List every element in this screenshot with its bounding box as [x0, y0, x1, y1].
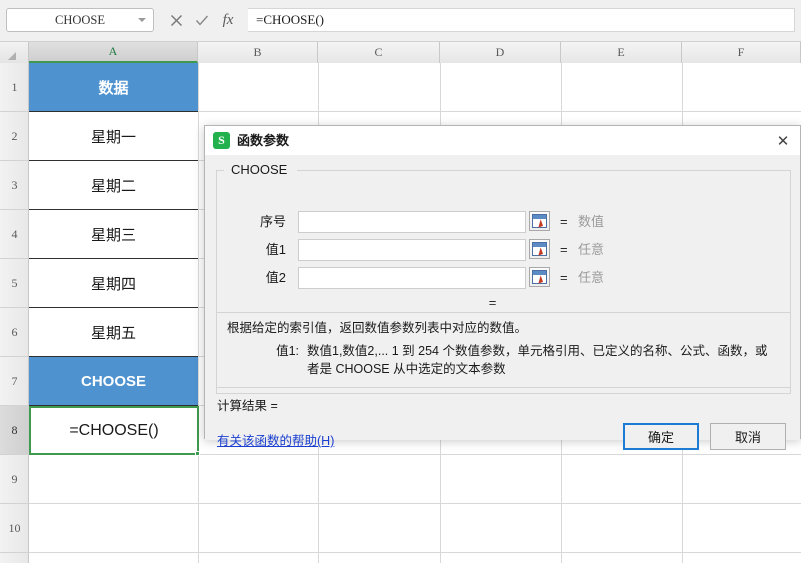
argument-input-3[interactable] — [298, 267, 526, 289]
check-icon[interactable] — [192, 10, 212, 30]
argument-equals-2: = — [560, 242, 568, 257]
argument-label-3: 值2 — [265, 270, 286, 285]
column-headers: A B C D E F — [0, 42, 801, 63]
ok-button[interactable]: 确定 — [623, 423, 699, 450]
gridline-horizontal — [29, 552, 801, 553]
row-header-4[interactable]: 4 — [0, 210, 29, 259]
argument-type-3: 任意 — [578, 270, 605, 285]
argument-help-label: 值1: — [276, 344, 299, 358]
cancel-button[interactable]: 取消 — [710, 423, 786, 450]
cell-a2[interactable]: 星期一 — [29, 112, 198, 161]
wps-logo-icon: S — [213, 132, 230, 149]
range-select-icon[interactable] — [529, 267, 550, 287]
wps-spreadsheet-window: CHOOSE fx =CHOOSE() A B C D E F 1 2 3 4 … — [0, 0, 801, 563]
cell-a7[interactable]: CHOOSE — [29, 357, 198, 406]
cell-a6[interactable]: 星期五 — [29, 308, 198, 357]
column-header-c[interactable]: C — [318, 42, 440, 63]
argument-type-1: 数值 — [578, 214, 605, 229]
name-box-value: CHOOSE — [54, 12, 105, 27]
result-equals: = — [488, 295, 497, 310]
argument-help-text: 数值1,数值2,... 1 到 254 个数值参数，单元格引用、已定义的名称、公… — [307, 344, 768, 376]
divider-top — [217, 312, 790, 313]
function-name-label: CHOOSE — [227, 162, 292, 177]
row-headers: 1 2 3 4 5 6 7 8 9 10 — [0, 63, 29, 563]
fill-handle[interactable] — [195, 451, 200, 456]
argument-equals-3: = — [560, 270, 568, 285]
row-header-7[interactable]: 7 — [0, 357, 29, 406]
argument-label-1: 序号 — [259, 214, 286, 229]
column-header-a[interactable]: A — [29, 42, 198, 63]
argument-type-2: 任意 — [578, 242, 605, 257]
cell-a1[interactable]: 数据 — [29, 63, 198, 112]
dialog-body: CHOOSE 序号 = 数值 值1 = 任意 值2 = 任意 = 根据给定的索引… — [205, 155, 800, 450]
close-icon[interactable] — [166, 10, 186, 30]
argument-input-1[interactable] — [298, 211, 526, 233]
close-icon[interactable]: ✕ — [770, 129, 796, 152]
dialog-title: 函数参数 — [237, 133, 290, 148]
calculation-result: 计算结果 = — [217, 399, 278, 413]
argument-input-2[interactable] — [298, 239, 526, 261]
cell-a4[interactable]: 星期三 — [29, 210, 198, 259]
row-header-9[interactable]: 9 — [0, 455, 29, 504]
dialog-titlebar[interactable]: S 函数参数 ✕ — [205, 126, 800, 155]
range-select-icon[interactable] — [529, 239, 550, 259]
formula-bar: CHOOSE fx =CHOOSE() — [0, 0, 801, 42]
group-frame-top-left — [216, 170, 224, 171]
insert-function-icon[interactable]: fx — [218, 10, 238, 30]
column-header-b[interactable]: B — [198, 42, 318, 63]
function-arguments-dialog: S 函数参数 ✕ CHOOSE 序号 = 数值 值1 = 任意 值2 = 任意 … — [204, 125, 801, 450]
row-header-5[interactable]: 5 — [0, 259, 29, 308]
cell-a3[interactable]: 星期二 — [29, 161, 198, 210]
corner-triangle-icon — [8, 52, 16, 60]
row-header-2[interactable]: 2 — [0, 112, 29, 161]
gridline-horizontal — [29, 503, 801, 504]
group-frame-top-right — [297, 170, 791, 171]
row-header-8[interactable]: 8 — [0, 406, 29, 455]
divider-bottom — [217, 387, 790, 388]
chevron-down-icon[interactable] — [138, 18, 146, 22]
argument-row-3: 值2 = 任意 — [216, 267, 776, 289]
column-header-f[interactable]: F — [682, 42, 801, 63]
argument-equals-1: = — [560, 214, 568, 229]
formula-input[interactable]: =CHOOSE() — [248, 8, 795, 32]
name-box[interactable]: CHOOSE — [6, 8, 154, 32]
active-cell-a8[interactable]: =CHOOSE() — [29, 406, 199, 455]
row-header-6[interactable]: 6 — [0, 308, 29, 357]
gridline-vertical — [198, 63, 199, 563]
range-select-icon[interactable] — [529, 211, 550, 231]
row-header-1[interactable]: 1 — [0, 63, 29, 112]
argument-label-2: 值1 — [265, 242, 286, 257]
function-description: 根据给定的索引值，返回数值参数列表中对应的数值。 — [227, 321, 528, 335]
row-header-3[interactable]: 3 — [0, 161, 29, 210]
row-header-10[interactable]: 10 — [0, 504, 29, 553]
select-all-corner[interactable] — [0, 42, 29, 63]
column-header-e[interactable]: E — [561, 42, 682, 63]
argument-row-1: 序号 = 数值 — [216, 211, 776, 233]
column-header-d[interactable]: D — [440, 42, 561, 63]
cell-a5[interactable]: 星期四 — [29, 259, 198, 308]
argument-row-2: 值1 = 任意 — [216, 239, 776, 261]
function-help-link[interactable]: 有关该函数的帮助(H) — [217, 430, 334, 449]
